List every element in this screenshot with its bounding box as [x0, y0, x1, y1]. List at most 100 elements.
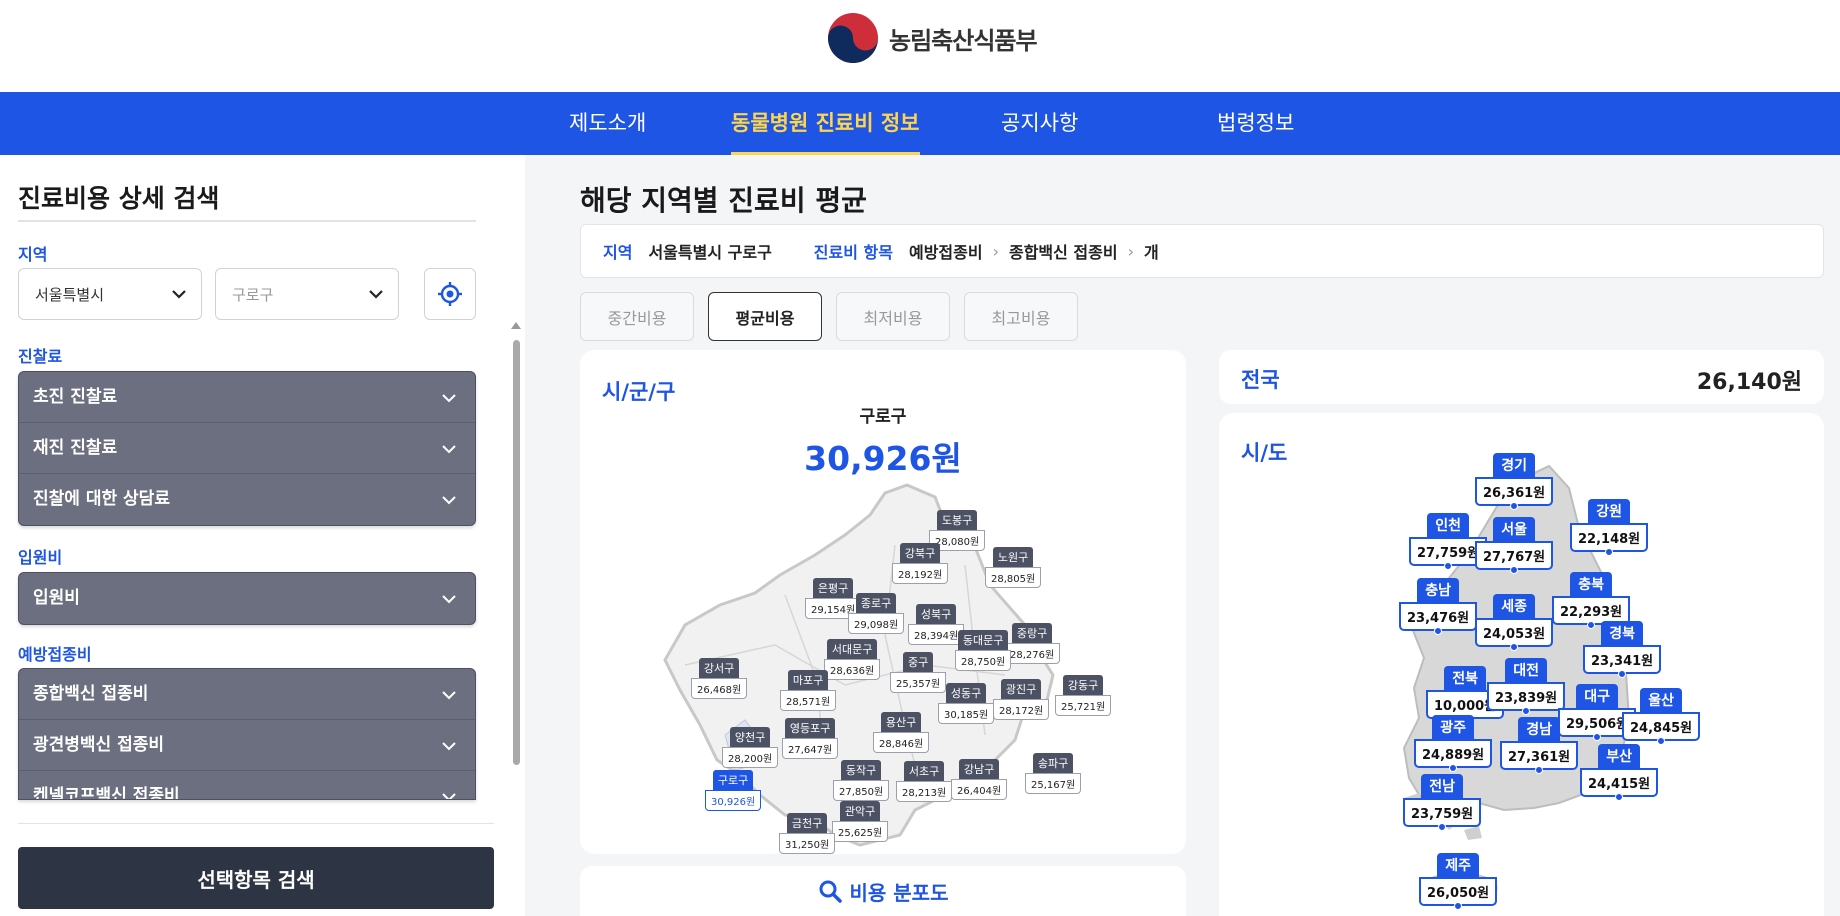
- accordion-item[interactable]: 재진 진찰료: [19, 423, 475, 474]
- tab-average-cost[interactable]: 평균비용: [708, 292, 822, 341]
- accordion-item[interactable]: 켄넬코프백신 접종비: [19, 771, 475, 799]
- province-tag-gyeongnam[interactable]: 경남 27,361원: [1500, 717, 1579, 774]
- accordion-item[interactable]: 종합백신 접종비: [19, 669, 475, 720]
- district-name: 강북구: [899, 543, 941, 563]
- accordion-item-label: 입원비: [33, 588, 80, 608]
- nav-item-vet-fee-info[interactable]: 동물병원 진료비 정보: [731, 92, 920, 155]
- region-key: 지역: [603, 243, 633, 262]
- district-name: 중구: [902, 652, 934, 672]
- district-tag-songpa[interactable]: 송파구 25,167원: [1025, 753, 1082, 794]
- district-select[interactable]: 구로구: [215, 268, 399, 320]
- accordion-item[interactable]: 초진 진찰료: [19, 372, 475, 423]
- district-tag-yongsan[interactable]: 용산구 28,846원: [873, 712, 930, 753]
- sidebar-scrollbar[interactable]: [508, 320, 525, 916]
- district-tag-geumcheon[interactable]: 금천구 31,250원: [779, 813, 836, 854]
- accordion-item-label: 재진 진찰료: [33, 438, 118, 458]
- district-tag-gwanak[interactable]: 관악구 25,625원: [832, 801, 889, 842]
- city-select[interactable]: 서울특별시: [18, 268, 202, 320]
- province-tag-gangwon[interactable]: 강원 22,148원: [1570, 499, 1649, 556]
- chevron-down-icon: [442, 691, 456, 700]
- current-location-button[interactable]: [424, 268, 476, 320]
- accordion-item[interactable]: 진찰에 대한 상담료: [19, 474, 475, 525]
- district-value: 28,192원: [892, 563, 949, 584]
- district-tag-dongjak[interactable]: 동작구 27,850원: [833, 760, 890, 801]
- search-selected-button[interactable]: 선택항목 검색: [18, 847, 494, 909]
- district-name: 양천구: [729, 727, 771, 747]
- district-name: 노원구: [992, 547, 1034, 567]
- accordion-item[interactable]: 입원비: [19, 573, 475, 624]
- province-name: 인천: [1427, 513, 1469, 537]
- district-tag-gangseo[interactable]: 강서구 26,468원: [691, 658, 748, 699]
- tab-max-cost[interactable]: 최고비용: [964, 292, 1078, 341]
- nav-item-notices[interactable]: 공지사항: [1001, 92, 1078, 155]
- district-value: 28,846원: [873, 732, 930, 753]
- district-tag-seongdong[interactable]: 성동구 30,185원: [938, 683, 995, 724]
- province-tag-gyeongbuk[interactable]: 경북 23,341원: [1583, 621, 1662, 678]
- province-tag-gyeonggi[interactable]: 경기 26,361원: [1475, 453, 1554, 510]
- district-tag-gwangjin[interactable]: 광진구 28,172원: [993, 679, 1050, 720]
- district-value: 28,276원: [1004, 643, 1061, 664]
- district-tag-jungnang[interactable]: 중랑구 28,276원: [1004, 623, 1061, 664]
- district-tag-nowon[interactable]: 노원구 28,805원: [985, 547, 1042, 588]
- province-name: 경남: [1518, 717, 1560, 741]
- district-name: 마포구: [787, 670, 829, 690]
- district-name: 동대문구: [957, 630, 1009, 650]
- tab-min-cost[interactable]: 최저비용: [836, 292, 950, 341]
- accordion-vaccination: 종합백신 접종비 광견병백신 접종비 켄넬코프백신 접종비: [18, 668, 476, 800]
- district-tag-yangcheon[interactable]: 양천구 28,200원: [722, 727, 779, 768]
- district-tag-gangbuk[interactable]: 강북구 28,192원: [892, 543, 949, 584]
- district-value: 25,721원: [1055, 695, 1112, 716]
- divider: [18, 220, 476, 222]
- province-tag-chungnam[interactable]: 충남 23,476원: [1399, 578, 1478, 635]
- ministry-name: 농림축산식품부: [889, 26, 1038, 55]
- province-tag-seoul[interactable]: 서울 27,767원: [1475, 517, 1554, 574]
- province-tag-busan[interactable]: 부산 24,415원: [1580, 744, 1659, 801]
- province-tag-sejong[interactable]: 세종 24,053원: [1475, 594, 1554, 651]
- province-tag-ulsan[interactable]: 울산 24,845원: [1622, 688, 1701, 745]
- cost-distribution-button[interactable]: 비용 분포도: [580, 866, 1186, 916]
- ministry-logo[interactable]: 농림축산식품부: [827, 12, 1038, 64]
- district-tag-gangdong[interactable]: 강동구 25,721원: [1055, 675, 1112, 716]
- province-name: 서울: [1493, 517, 1535, 541]
- tab-median-cost[interactable]: 중간비용: [580, 292, 694, 341]
- scroll-up-arrow-icon[interactable]: [511, 322, 521, 329]
- province-name: 강원: [1588, 499, 1630, 523]
- district-name: 용산구: [880, 712, 922, 732]
- district-tag-yeongdeungpo[interactable]: 영등포구 27,647원: [782, 718, 839, 759]
- district-name: 관악구: [839, 801, 881, 821]
- province-name: 경기: [1493, 453, 1535, 477]
- chevron-right-icon: ›: [992, 241, 999, 261]
- district-tag-jongno[interactable]: 종로구 29,098원: [848, 593, 905, 634]
- province-tag-jeonnam[interactable]: 전남 23,759원: [1403, 774, 1482, 831]
- district-tag-dongdaemun[interactable]: 동대문구 28,750원: [955, 630, 1012, 671]
- chevron-down-icon: [442, 793, 456, 799]
- province-name: 세종: [1493, 594, 1535, 618]
- province-tag-gwangju[interactable]: 광주 24,889원: [1414, 715, 1493, 772]
- district-tag-seocho[interactable]: 서초구 28,213원: [896, 761, 953, 802]
- district-value: 31,250원: [779, 833, 836, 854]
- province-tag-jeju[interactable]: 제주 26,050원: [1419, 853, 1498, 910]
- item-path-3: 개: [1144, 243, 1159, 262]
- province-tag-daejeon[interactable]: 대전 23,839원: [1487, 658, 1566, 715]
- province-name: 울산: [1640, 688, 1682, 712]
- nav-item-laws[interactable]: 법령정보: [1217, 92, 1294, 155]
- district-tag-guro[interactable]: 구로구 30,926원: [705, 770, 762, 811]
- selection-summary-bar: 지역 서울특별시 구로구 진료비 항목 예방접종비 › 종합백신 접종비 › 개: [580, 224, 1824, 278]
- district-name: 도봉구: [936, 510, 978, 530]
- district-name: 종로구: [855, 593, 897, 613]
- scroll-thumb[interactable]: [513, 340, 520, 765]
- district-tag-gangnam[interactable]: 강남구 26,404원: [951, 759, 1008, 800]
- section-label-vaccination: 예방접종비: [18, 645, 92, 664]
- region-value: 서울특별시 구로구: [648, 243, 772, 262]
- location-dot: [1510, 643, 1519, 651]
- nav-item-system-intro[interactable]: 제도소개: [569, 92, 646, 155]
- district-value: 29,098원: [848, 613, 905, 634]
- sidebar-title: 진료비용 상세 검색: [18, 184, 220, 213]
- district-value: 27,647원: [782, 738, 839, 759]
- province-name: 대구: [1576, 684, 1618, 708]
- accordion-item[interactable]: 광견병백신 접종비: [19, 720, 475, 771]
- province-name: 부산: [1598, 744, 1640, 768]
- district-name: 서초구: [903, 761, 945, 781]
- district-value: 28,200원: [722, 747, 779, 768]
- district-tag-mapo[interactable]: 마포구 28,571원: [780, 670, 837, 711]
